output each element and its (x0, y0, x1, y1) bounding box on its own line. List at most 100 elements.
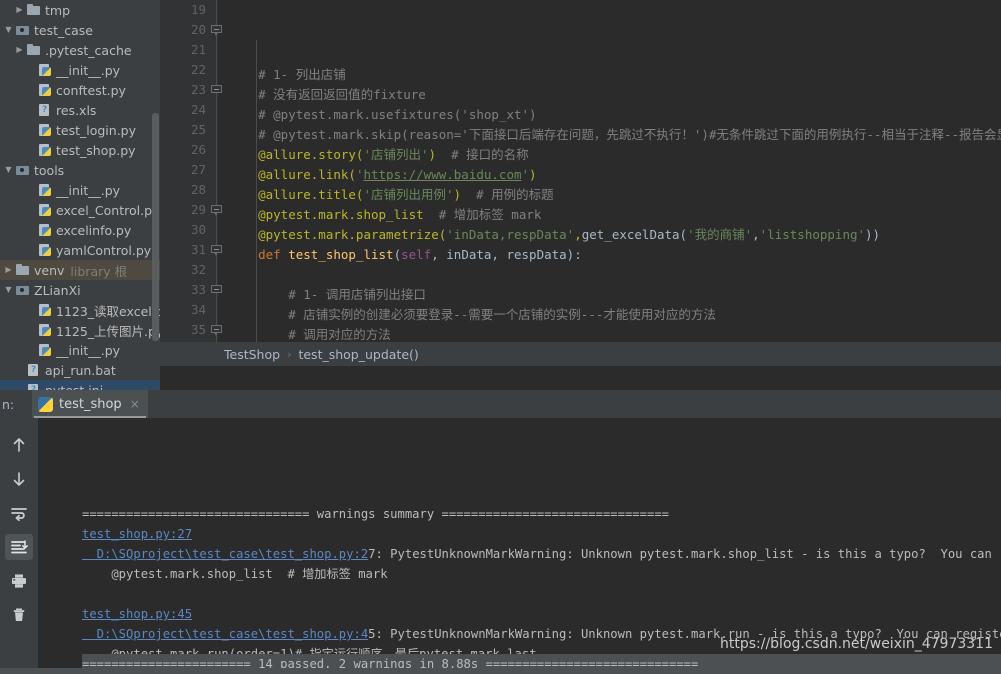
tree-item-excelinfo.py[interactable]: excelinfo.py (0, 220, 160, 240)
run-body: =============================== warnings… (0, 418, 1001, 674)
code-token-deco: , (574, 227, 582, 242)
python-icon (38, 396, 53, 412)
chevron-down-icon[interactable]: ▼ (2, 20, 15, 40)
console-text: @pytest.mark.shop_list # 增加标签 mark (82, 567, 388, 581)
clear-all-button[interactable] (0, 598, 38, 632)
console-hyperlink[interactable]: test_shop.py:45 (82, 607, 192, 621)
code-line: # @pytest.mark.usefixtures('shop_xt') (218, 105, 1001, 125)
code-token-deco: @allure.story( (228, 147, 364, 162)
code-token-kw: def (228, 247, 289, 262)
python-file-icon (37, 182, 54, 198)
code-token-id: get_excelData( (581, 227, 688, 242)
editor-gutter[interactable]: 192021222324252627282930313233343536 (160, 0, 222, 366)
code-line: # 店铺实例的创建必须要登录--需要一个店铺的实例---才能使用对应的方法 (218, 305, 1001, 325)
console-hyperlink[interactable]: D:\SQproject\test_case\test_shop.py:2 (82, 547, 369, 561)
tree-item-1123_excel.py[interactable]: 1123_读取excel.py (0, 300, 160, 320)
tree-item-label: tmp (45, 2, 71, 18)
code-token-str: 'inData,respData' (446, 227, 575, 242)
code-line: # 1- 列出店铺 (218, 65, 1001, 85)
code-token-cmt: # 店铺实例的创建必须要登录--需要一个店铺的实例---才能使用对应的方法 (228, 307, 716, 322)
chevron-down-icon[interactable]: ▼ (2, 280, 15, 300)
tree-item-pytest.ini[interactable]: pytest.ini (0, 380, 160, 390)
chevron-right-icon[interactable]: ▶ (13, 40, 26, 60)
code-token-fn: test_shop_list (288, 247, 394, 262)
close-icon[interactable]: × (130, 398, 140, 410)
tree-item-.pytest_cache[interactable]: ▶ .pytest_cache (0, 40, 160, 60)
tree-item-excel_Control.py[interactable]: excel_Control.py (0, 200, 160, 220)
scroll-up-button[interactable] (0, 428, 38, 462)
tree-item-ZLianXi[interactable]: ▼ ZLianXi (0, 280, 160, 300)
tree-item-conftest.py[interactable]: conftest.py (0, 80, 160, 100)
tree-item-label: __init__.py (56, 342, 121, 358)
tree-item-label: api_run.bat (45, 362, 116, 378)
tree-item-__init__.py[interactable]: __init__.py (0, 60, 160, 80)
chevron-down-icon[interactable]: ▼ (2, 160, 15, 180)
code-token-deco: @pytest.mark.shop_list (228, 207, 424, 222)
run-tab-bar: n: test_shop × (0, 390, 1001, 418)
tree-item-__init__.py[interactable]: __init__.py (0, 180, 160, 200)
print-button[interactable] (0, 564, 38, 598)
tree-item-1125_.py[interactable]: 1125_上传图片.py (0, 320, 160, 340)
code-line: # 没有返回返回值的fixture (218, 85, 1001, 105)
project-tree-panel[interactable]: ▶ tmp ▼ test_case ▶ .pytest_cache __init__.py c… (0, 0, 160, 390)
code-token-id: , inData, respData): (431, 247, 582, 262)
console-line: @pytest.mark.shop_list # 增加标签 mark (82, 564, 1001, 584)
code-content[interactable]: # 1- 列出店铺 # 没有返回返回值的fixture # @pytest.ma… (218, 0, 1001, 366)
source-folder-icon (15, 162, 32, 178)
settings-file-icon (26, 382, 43, 390)
code-line: @allure.title('店铺列出用例') # 用例的标题 (218, 185, 1001, 205)
tree-item-tmp[interactable]: ▶ tmp (0, 0, 160, 20)
tree-item-label: res.xls (56, 102, 97, 118)
chevron-right-icon[interactable]: ▶ (2, 260, 15, 280)
code-line: @pytest.mark.shop_list # 增加标签 mark (218, 205, 1001, 225)
code-token-cmt: # 调用对应的方法 (228, 327, 391, 342)
tree-item-__init__.py[interactable]: __init__.py (0, 340, 160, 360)
code-line: @pytest.mark.parametrize('inData,respDat… (218, 225, 1001, 245)
tree-item-api_run.bat[interactable]: api_run.bat (0, 360, 160, 380)
code-token-id: )) (865, 227, 881, 242)
tree-item-res.xls[interactable]: res.xls (0, 100, 160, 120)
code-token-lnk[interactable]: https://www.baidu.com (363, 167, 521, 182)
python-file-icon (37, 142, 54, 158)
tree-item-test_login.py[interactable]: test_login.py (0, 120, 160, 140)
arrow-up-icon (5, 432, 33, 458)
code-token-cmt: # 没有返回返回值的fixture (228, 87, 426, 102)
folder-icon (26, 2, 43, 18)
fold-strip (160, 0, 178, 366)
python-file-icon (37, 322, 54, 338)
console-hyperlink[interactable]: test_shop.py:27 (82, 527, 192, 541)
scroll-to-end-button[interactable] (0, 530, 38, 564)
code-token-deco: ) (529, 167, 537, 182)
tree-item-test_case[interactable]: ▼ test_case (0, 20, 160, 40)
console-hyperlink[interactable]: D:\SQproject\test_case\test_shop.py:4 (82, 627, 369, 641)
code-token-cmt: # 接口的名称 (436, 147, 529, 162)
trash-icon (5, 602, 33, 628)
python-file-icon (37, 342, 54, 358)
breadcrumb-item[interactable]: TestShop (224, 347, 280, 362)
run-tab-test-shop[interactable]: test_shop × (32, 390, 148, 418)
code-line: def test_shop_list(self, inData, respDat… (218, 245, 1001, 265)
code-token-str: '店铺列出用例' (363, 187, 454, 202)
tree-item-venv[interactable]: ▶ venv library 根 (0, 260, 160, 280)
code-token-deco: ) (453, 187, 462, 202)
code-token-slf: self (401, 247, 432, 262)
source-folder-icon (15, 22, 32, 38)
scroll-down-button[interactable] (0, 462, 38, 496)
python-file-icon (37, 82, 54, 98)
tree-item-tools[interactable]: ▼ tools (0, 160, 160, 180)
tree-item-test_shop.py[interactable]: test_shop.py (0, 140, 160, 160)
tree-item-yamlControl.py[interactable]: yamlControl.py (0, 240, 160, 260)
soft-wrap-button[interactable] (0, 496, 38, 530)
breadcrumb[interactable]: TestShop › test_shop_update() (160, 342, 1001, 366)
console-output[interactable]: =============================== warnings… (38, 418, 1001, 674)
unknown-file-icon (37, 102, 54, 118)
project-tree-scrollbar[interactable] (152, 113, 159, 341)
breadcrumb-item[interactable]: test_shop_update() (298, 347, 418, 362)
tree-item-label: __init__.py (56, 182, 121, 198)
code-editor[interactable]: 192021222324252627282930313233343536 # 1… (160, 0, 1001, 366)
console-line: =============================== warnings… (82, 504, 1001, 524)
bottom-strip (0, 668, 1001, 674)
chevron-right-icon[interactable]: ▶ (13, 0, 26, 20)
